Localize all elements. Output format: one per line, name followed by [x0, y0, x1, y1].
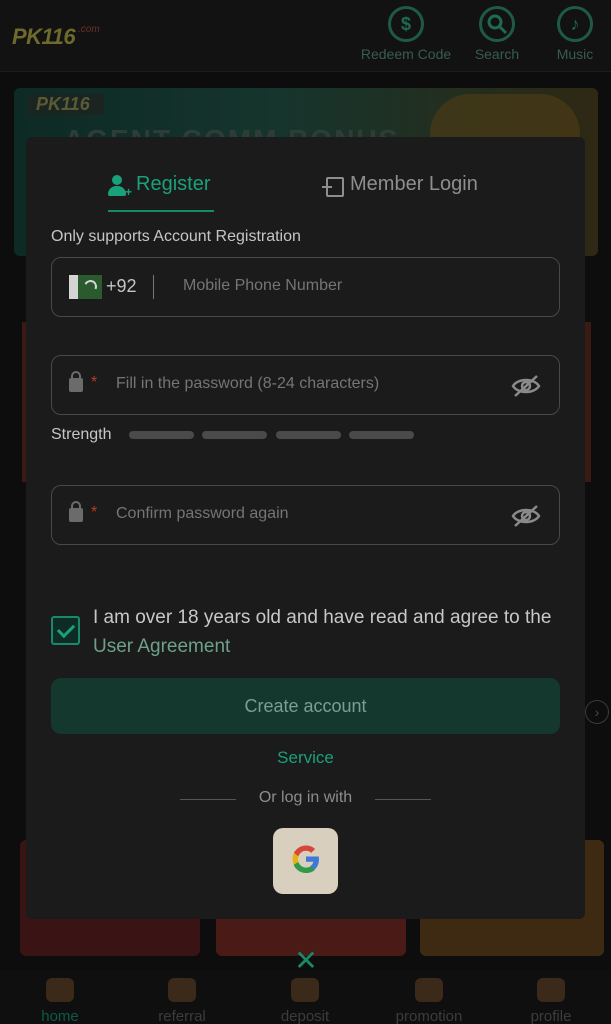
create-account-button[interactable]: Create account — [51, 678, 560, 734]
login-icon — [322, 177, 344, 197]
promotion-icon — [415, 978, 443, 1002]
banner-logo: PK116 — [28, 94, 104, 115]
registration-note: Only supports Account Registration — [51, 228, 301, 245]
required-mark: * — [91, 374, 98, 391]
add-user-icon: + — [108, 175, 132, 198]
agree-checkbox[interactable] — [51, 616, 80, 645]
active-tab-indicator — [108, 210, 214, 212]
tab-register-label: Register — [136, 173, 211, 195]
required-mark: * — [91, 504, 98, 521]
site-logo[interactable]: PK116 — [12, 24, 76, 50]
music-button[interactable]: ♪ Music — [527, 6, 611, 62]
home-icon — [46, 978, 74, 1002]
register-modal: + Register Member Login Only supports Ac… — [26, 137, 585, 919]
redeem-icon: $ — [388, 6, 424, 42]
nav-item-referral[interactable]: referral — [137, 978, 227, 1024]
music-label: Music — [556, 46, 594, 62]
phone-field: +92 — [51, 257, 560, 317]
nav-label: referral — [158, 1008, 206, 1024]
lock-icon — [69, 371, 83, 392]
nav-label: deposit — [280, 1008, 330, 1024]
nav-item-profile[interactable]: profile — [506, 978, 596, 1024]
profile-icon — [537, 978, 565, 1002]
nav-label: promotion — [395, 1008, 463, 1024]
nav-label: home — [41, 1008, 79, 1024]
search-label: Search — [474, 46, 520, 62]
strength-bar — [129, 431, 194, 439]
divider-line — [375, 799, 431, 800]
redeem-code-button[interactable]: $ Redeem Code — [358, 6, 454, 62]
site-logo-suffix: .com — [78, 24, 100, 35]
google-icon — [287, 840, 325, 883]
eye-off-icon[interactable] — [511, 374, 541, 398]
search-icon — [479, 6, 515, 42]
agreement-statement: I am over 18 years old and have read and… — [93, 607, 552, 628]
nav-item-home[interactable]: home — [15, 978, 105, 1024]
bottom-nav: home referral deposit promotion profile — [0, 970, 611, 1024]
field-divider — [153, 275, 154, 299]
tab-member-login[interactable]: Member Login — [322, 173, 478, 209]
strength-bar — [349, 431, 414, 439]
deposit-icon — [291, 978, 319, 1002]
tab-login-label: Member Login — [350, 173, 478, 195]
carousel-next-icon[interactable]: › — [585, 700, 609, 724]
nav-item-promotion[interactable]: promotion — [384, 978, 474, 1024]
redeem-code-label: Redeem Code — [360, 46, 452, 62]
lock-icon — [69, 501, 83, 522]
top-header: PK116 .com $ Redeem Code Search ♪ Music — [0, 0, 611, 72]
tab-register[interactable]: + Register — [108, 173, 210, 209]
password-field: * — [51, 355, 560, 415]
auth-tabs: + Register Member Login — [26, 137, 585, 213]
password-input[interactable] — [116, 375, 496, 393]
country-code-selector[interactable]: +92 — [106, 276, 137, 297]
service-link[interactable]: Service — [26, 748, 585, 768]
confirm-password-input[interactable] — [116, 505, 496, 523]
eye-off-icon[interactable] — [511, 504, 541, 528]
agreement-row: I am over 18 years old and have read and… — [51, 607, 560, 678]
user-agreement-link[interactable]: User Agreement — [93, 636, 230, 657]
agreement-text: I am over 18 years old and have read and… — [93, 603, 563, 661]
pakistan-flag-icon[interactable] — [69, 275, 102, 299]
google-login-button[interactable] — [273, 828, 338, 894]
music-icon: ♪ — [557, 6, 593, 42]
confirm-password-field: * — [51, 485, 560, 545]
referral-icon — [168, 978, 196, 1002]
strength-bar — [276, 431, 341, 439]
strength-bar — [202, 431, 267, 439]
phone-number-input[interactable] — [183, 277, 523, 295]
nav-item-deposit[interactable]: deposit — [260, 978, 350, 1024]
nav-label: profile — [530, 1008, 572, 1024]
strength-label: Strength — [51, 426, 112, 443]
alt-login-divider: Or log in with — [26, 789, 585, 811]
alt-login-label: Or log in with — [258, 789, 353, 806]
